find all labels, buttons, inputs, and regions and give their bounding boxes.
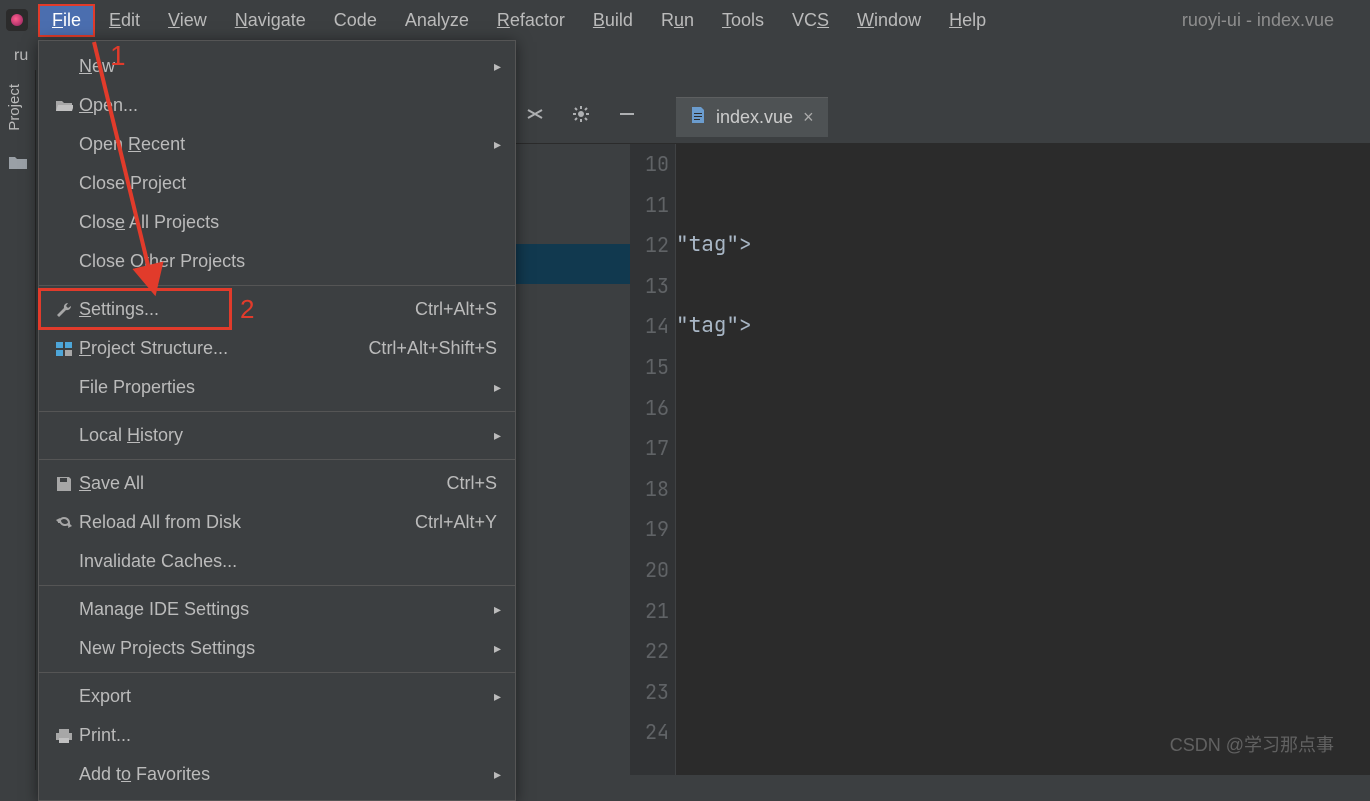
menu-item-label: Settings... bbox=[79, 299, 159, 320]
minimize-icon[interactable] bbox=[618, 105, 636, 129]
menu-item-close-all-projects[interactable]: Close All Projects bbox=[39, 203, 515, 242]
menu-item-open-recent[interactable]: Open Recent bbox=[39, 125, 515, 164]
menu-item-settings[interactable]: Settings... Ctrl+Alt+S bbox=[39, 290, 515, 329]
menu-view[interactable]: View bbox=[154, 4, 221, 37]
menu-item-file-properties[interactable]: File Properties bbox=[39, 368, 515, 407]
menu-item-save-all[interactable]: Save All Ctrl+S bbox=[39, 464, 515, 503]
menu-item-label: Local History bbox=[79, 425, 183, 446]
menu-item-project-structure[interactable]: Project Structure... Ctrl+Alt+Shift+S bbox=[39, 329, 515, 368]
wrench-icon bbox=[49, 301, 79, 319]
menu-shortcut: Ctrl+S bbox=[446, 473, 497, 494]
menu-item-manage-ide-settings[interactable]: Manage IDE Settings bbox=[39, 590, 515, 629]
gutter-margin bbox=[516, 144, 630, 775]
structure-icon bbox=[49, 341, 79, 357]
close-icon[interactable]: × bbox=[803, 107, 814, 128]
menu-item-label: New Projects Settings bbox=[79, 638, 255, 659]
menu-run[interactable]: Run bbox=[647, 4, 708, 37]
menu-build[interactable]: Build bbox=[579, 4, 647, 37]
menu-separator bbox=[39, 411, 515, 412]
menu-item-reload-all-from-disk[interactable]: Reload All from Disk Ctrl+Alt+Y bbox=[39, 503, 515, 542]
menu-shortcut: Ctrl+Alt+Y bbox=[415, 512, 497, 533]
window-title: ruoyi-ui - index.vue bbox=[1182, 10, 1364, 31]
menu-navigate[interactable]: Navigate bbox=[221, 4, 320, 37]
menu-item-label: Save All bbox=[79, 473, 144, 494]
menu-item-label: Close Project bbox=[79, 173, 186, 194]
app-icon bbox=[6, 9, 28, 31]
menu-item-label: Open Recent bbox=[79, 134, 185, 155]
annotation-1: 1 bbox=[110, 40, 126, 72]
menu-item-new-projects-settings[interactable]: New Projects Settings bbox=[39, 629, 515, 668]
folder-icon bbox=[0, 155, 35, 176]
reload-icon bbox=[49, 515, 79, 531]
menu-tools[interactable]: Tools bbox=[708, 4, 778, 37]
menu-help[interactable]: Help bbox=[935, 4, 1000, 37]
menu-separator bbox=[39, 459, 515, 460]
vue-file-icon bbox=[690, 106, 706, 129]
menu-item-label: Open... bbox=[79, 95, 138, 116]
editor-tabs: index.vue × bbox=[676, 90, 828, 144]
menu-item-print[interactable]: Print... bbox=[39, 716, 515, 755]
menu-separator bbox=[39, 585, 515, 586]
menu-shortcut: Ctrl+Alt+Shift+S bbox=[368, 338, 497, 359]
menu-item-label: Close Other Projects bbox=[79, 251, 245, 272]
menu-separator bbox=[39, 285, 515, 286]
menubar: FileEditViewNavigateCodeAnalyzeRefactorB… bbox=[0, 0, 1370, 40]
code-editor[interactable]: "tag"></span> <span class=<span class="s… bbox=[676, 144, 1370, 775]
menu-shortcut: Ctrl+Alt+S bbox=[415, 299, 497, 320]
menu-item-invalidate-caches[interactable]: Invalidate Caches... bbox=[39, 542, 515, 581]
tab-index-vue[interactable]: index.vue × bbox=[676, 97, 828, 137]
save-icon bbox=[49, 476, 79, 492]
menu-item-close-other-projects[interactable]: Close Other Projects bbox=[39, 242, 515, 281]
menu-window[interactable]: Window bbox=[843, 4, 935, 37]
line-gutter: 10 11 12 13 14 15 16 17 18 19 20 21 22 2… bbox=[630, 144, 676, 775]
settings-icon[interactable] bbox=[572, 105, 590, 129]
menu-item-label: Invalidate Caches... bbox=[79, 551, 237, 572]
editor-toolbar bbox=[516, 90, 1370, 144]
menu-item-local-history[interactable]: Local History bbox=[39, 416, 515, 455]
menu-item-label: File Properties bbox=[79, 377, 195, 398]
annotation-2: 2 bbox=[240, 294, 254, 325]
tab-label: index.vue bbox=[716, 107, 793, 128]
file-menu-panel: NewOpen...Open RecentClose ProjectClose … bbox=[38, 40, 516, 801]
menu-separator bbox=[39, 672, 515, 673]
menu-refactor[interactable]: Refactor bbox=[483, 4, 579, 37]
menu-item-label: Project Structure... bbox=[79, 338, 228, 359]
print-icon bbox=[49, 728, 79, 744]
menu-edit[interactable]: Edit bbox=[95, 4, 154, 37]
menu-item-open[interactable]: Open... bbox=[39, 86, 515, 125]
open-icon bbox=[49, 99, 79, 113]
menu-item-label: Export bbox=[79, 686, 131, 707]
menu-code[interactable]: Code bbox=[320, 4, 391, 37]
menu-item-label: Reload All from Disk bbox=[79, 512, 241, 533]
menu-item-label: Manage IDE Settings bbox=[79, 599, 249, 620]
menu-analyze[interactable]: Analyze bbox=[391, 4, 483, 37]
watermark: CSDN @学习那点事 bbox=[1170, 731, 1334, 757]
menu-vcs[interactable]: VCS bbox=[778, 4, 843, 37]
breadcrumb: ru bbox=[0, 40, 28, 72]
menu-item-close-project[interactable]: Close Project bbox=[39, 164, 515, 203]
left-toolbar: Project bbox=[0, 70, 36, 770]
menu-item-label: Print... bbox=[79, 725, 131, 746]
menu-file[interactable]: File bbox=[38, 4, 95, 37]
menu-item-label: Close All Projects bbox=[79, 212, 219, 233]
collapse-icon[interactable] bbox=[526, 105, 544, 129]
project-tool-button[interactable]: Project bbox=[0, 70, 29, 145]
menu-item-export[interactable]: Export bbox=[39, 677, 515, 716]
